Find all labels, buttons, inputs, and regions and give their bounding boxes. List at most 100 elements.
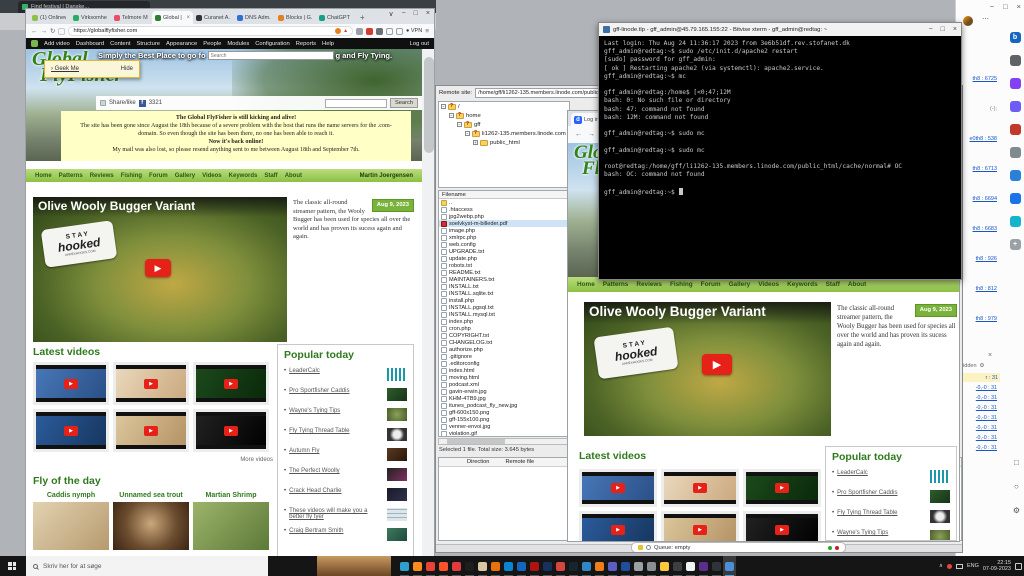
facebook-icon[interactable]: f [139,100,146,107]
queue-column-header[interactable]: Remote file [505,459,534,465]
taskbar-app-icon[interactable] [502,556,515,576]
edge-sidebar-icon[interactable] [1010,55,1021,66]
taskbar-app-icon[interactable] [398,556,411,576]
taskbar-app-icon[interactable] [723,556,736,576]
nav-item[interactable]: Gallery [729,281,751,288]
site-search-input[interactable] [325,99,387,108]
taskbar-app-icon[interactable] [554,556,567,576]
taskbar-app-icon[interactable] [567,556,580,576]
video-thumbnail[interactable]: ▶ [193,409,269,452]
nav-item[interactable]: Home [35,173,52,179]
popular-item[interactable]: • LeaderCalc [284,368,407,381]
taskbar-app-icon[interactable] [450,556,463,576]
logout-link[interactable]: Log out [410,41,429,47]
taskbar-app-icon[interactable] [528,556,541,576]
file-row[interactable]: jpg2webp.php [439,213,569,220]
edge-sidebar-icon[interactable] [1010,124,1021,135]
shield-icon[interactable] [335,28,341,34]
admin-menu-item[interactable]: Structure [136,41,160,47]
nav-item[interactable]: Fishing [121,173,142,179]
file-row[interactable]: gff-600x150.png [439,409,569,416]
file-row[interactable]: MAINTAINERS.txt [439,276,569,283]
file-row[interactable]: index.html [439,367,569,374]
file-row[interactable]: .. [439,199,569,206]
terminal-output[interactable]: Last login: Thu Aug 24 11:36:17 2023 fro… [599,36,961,279]
nav-item[interactable]: Forum [149,173,168,179]
video-thumbnail[interactable]: ▶ [743,511,821,541]
edge-sidebar-icon[interactable]: + [1010,239,1021,250]
more-menu-icon[interactable]: ⋯ [982,15,989,23]
geek-me-link[interactable]: › Geek Me [51,66,79,72]
admin-menu-item[interactable]: Help [322,41,334,47]
play-button[interactable]: ▶ [145,259,171,277]
nav-item[interactable]: Keywords [229,173,258,179]
file-row[interactable]: xmlrpc.php [439,234,569,241]
nav-item[interactable]: Gallery [175,173,195,179]
close-icon[interactable]: × [953,26,957,33]
nav-item[interactable]: Fishing [670,281,693,288]
maximize-icon[interactable]: □ [1003,2,1008,11]
thumb-up-icon[interactable] [100,100,106,106]
file-row[interactable]: web.config [439,241,569,248]
nav-item[interactable]: Patterns [603,281,629,288]
taskbar-app-icon[interactable] [606,556,619,576]
share-like-label[interactable]: Share/like [109,100,136,106]
file-row[interactable]: moving.html [439,374,569,381]
admin-menu-item[interactable]: Appearance [166,41,197,47]
file-row[interactable]: install.php [439,297,569,304]
edge-sidebar-icon[interactable] [1010,78,1021,89]
file-row[interactable]: robots.txt [439,262,569,269]
taskbar-app-icon[interactable] [463,556,476,576]
file-row[interactable]: update.php [439,255,569,262]
tree-node[interactable]: − gff [439,120,569,129]
admin-menu-item[interactable]: Modules [227,41,249,47]
close-icon[interactable]: × [1017,2,1021,11]
taskbar-app-icon[interactable] [593,556,606,576]
video-thumbnail[interactable]: ▶ [193,362,269,405]
nav-item[interactable]: Keywords [787,281,818,288]
video-thumbnail[interactable]: ▶ [113,409,189,452]
taskbar-app-icon[interactable] [684,556,697,576]
edge-sidebar-icon[interactable]: b [1010,32,1021,43]
popular-item[interactable]: • These videos will make you a better fl… [284,508,407,521]
vpn-badge[interactable]: ● VPN [406,28,422,34]
file-row[interactable]: INSTALL.mysql.txt [439,311,569,318]
video-thumbnail[interactable]: ▶ [579,511,657,541]
bookmark-icon[interactable] [58,28,65,35]
file-row[interactable]: UPGRADE.txt [439,248,569,255]
popular-item[interactable]: • The Perfect Woolly [284,468,407,481]
fly-card-image[interactable] [113,502,189,550]
browser-tab[interactable]: Telmore M... [111,11,152,24]
warning-icon[interactable]: ▲ [343,28,348,34]
logged-in-user[interactable]: Martin Joergensen [360,173,413,179]
display-icon[interactable] [956,564,963,569]
popular-item[interactable]: • Craig Bertram Smith [284,528,407,541]
terminal-titlebar[interactable]: gff-linode.tlp - gff_admin@45.79.165.155… [599,23,961,36]
taskbar-app-icon[interactable] [411,556,424,576]
edge-sidebar-icon[interactable] [1010,193,1021,204]
edge-sidebar-icon[interactable] [1010,101,1021,112]
file-row[interactable]: .editorconfig [439,360,569,367]
nav-item[interactable]: Staff [826,281,840,288]
tray-app-icon[interactable] [947,564,952,569]
popular-item[interactable]: • Fly Tying Thread Table [284,428,407,441]
hide-link[interactable]: Hide [121,66,133,72]
more-videos-link[interactable]: More videos [33,457,273,463]
camera-icon[interactable] [356,28,363,35]
minimize-icon[interactable]: − [402,10,406,18]
close-icon[interactable]: × [426,10,430,18]
popular-item[interactable]: • Wayne's Tying Tips [284,408,407,421]
nav-item[interactable]: Staff [264,173,277,179]
tree-node[interactable]: − li1262-135.members.linode.com [439,129,569,138]
taskbar-app-icon[interactable] [424,556,437,576]
taskbar-app-icon[interactable] [476,556,489,576]
video-thumbnail[interactable]: ▶ [661,511,739,541]
popular-item[interactable]: • Crack Head Charlie [284,488,407,501]
menu-icon[interactable]: ≡ [425,28,429,35]
file-row[interactable]: KHM-4TB9.jpg [439,395,569,402]
taskbar-app-icon[interactable] [489,556,502,576]
new-tab-button[interactable]: + [360,13,365,22]
profile-avatar[interactable] [963,16,973,26]
tree-node[interactable]: + public_html [439,138,569,147]
tree-node[interactable]: − / [439,102,569,111]
